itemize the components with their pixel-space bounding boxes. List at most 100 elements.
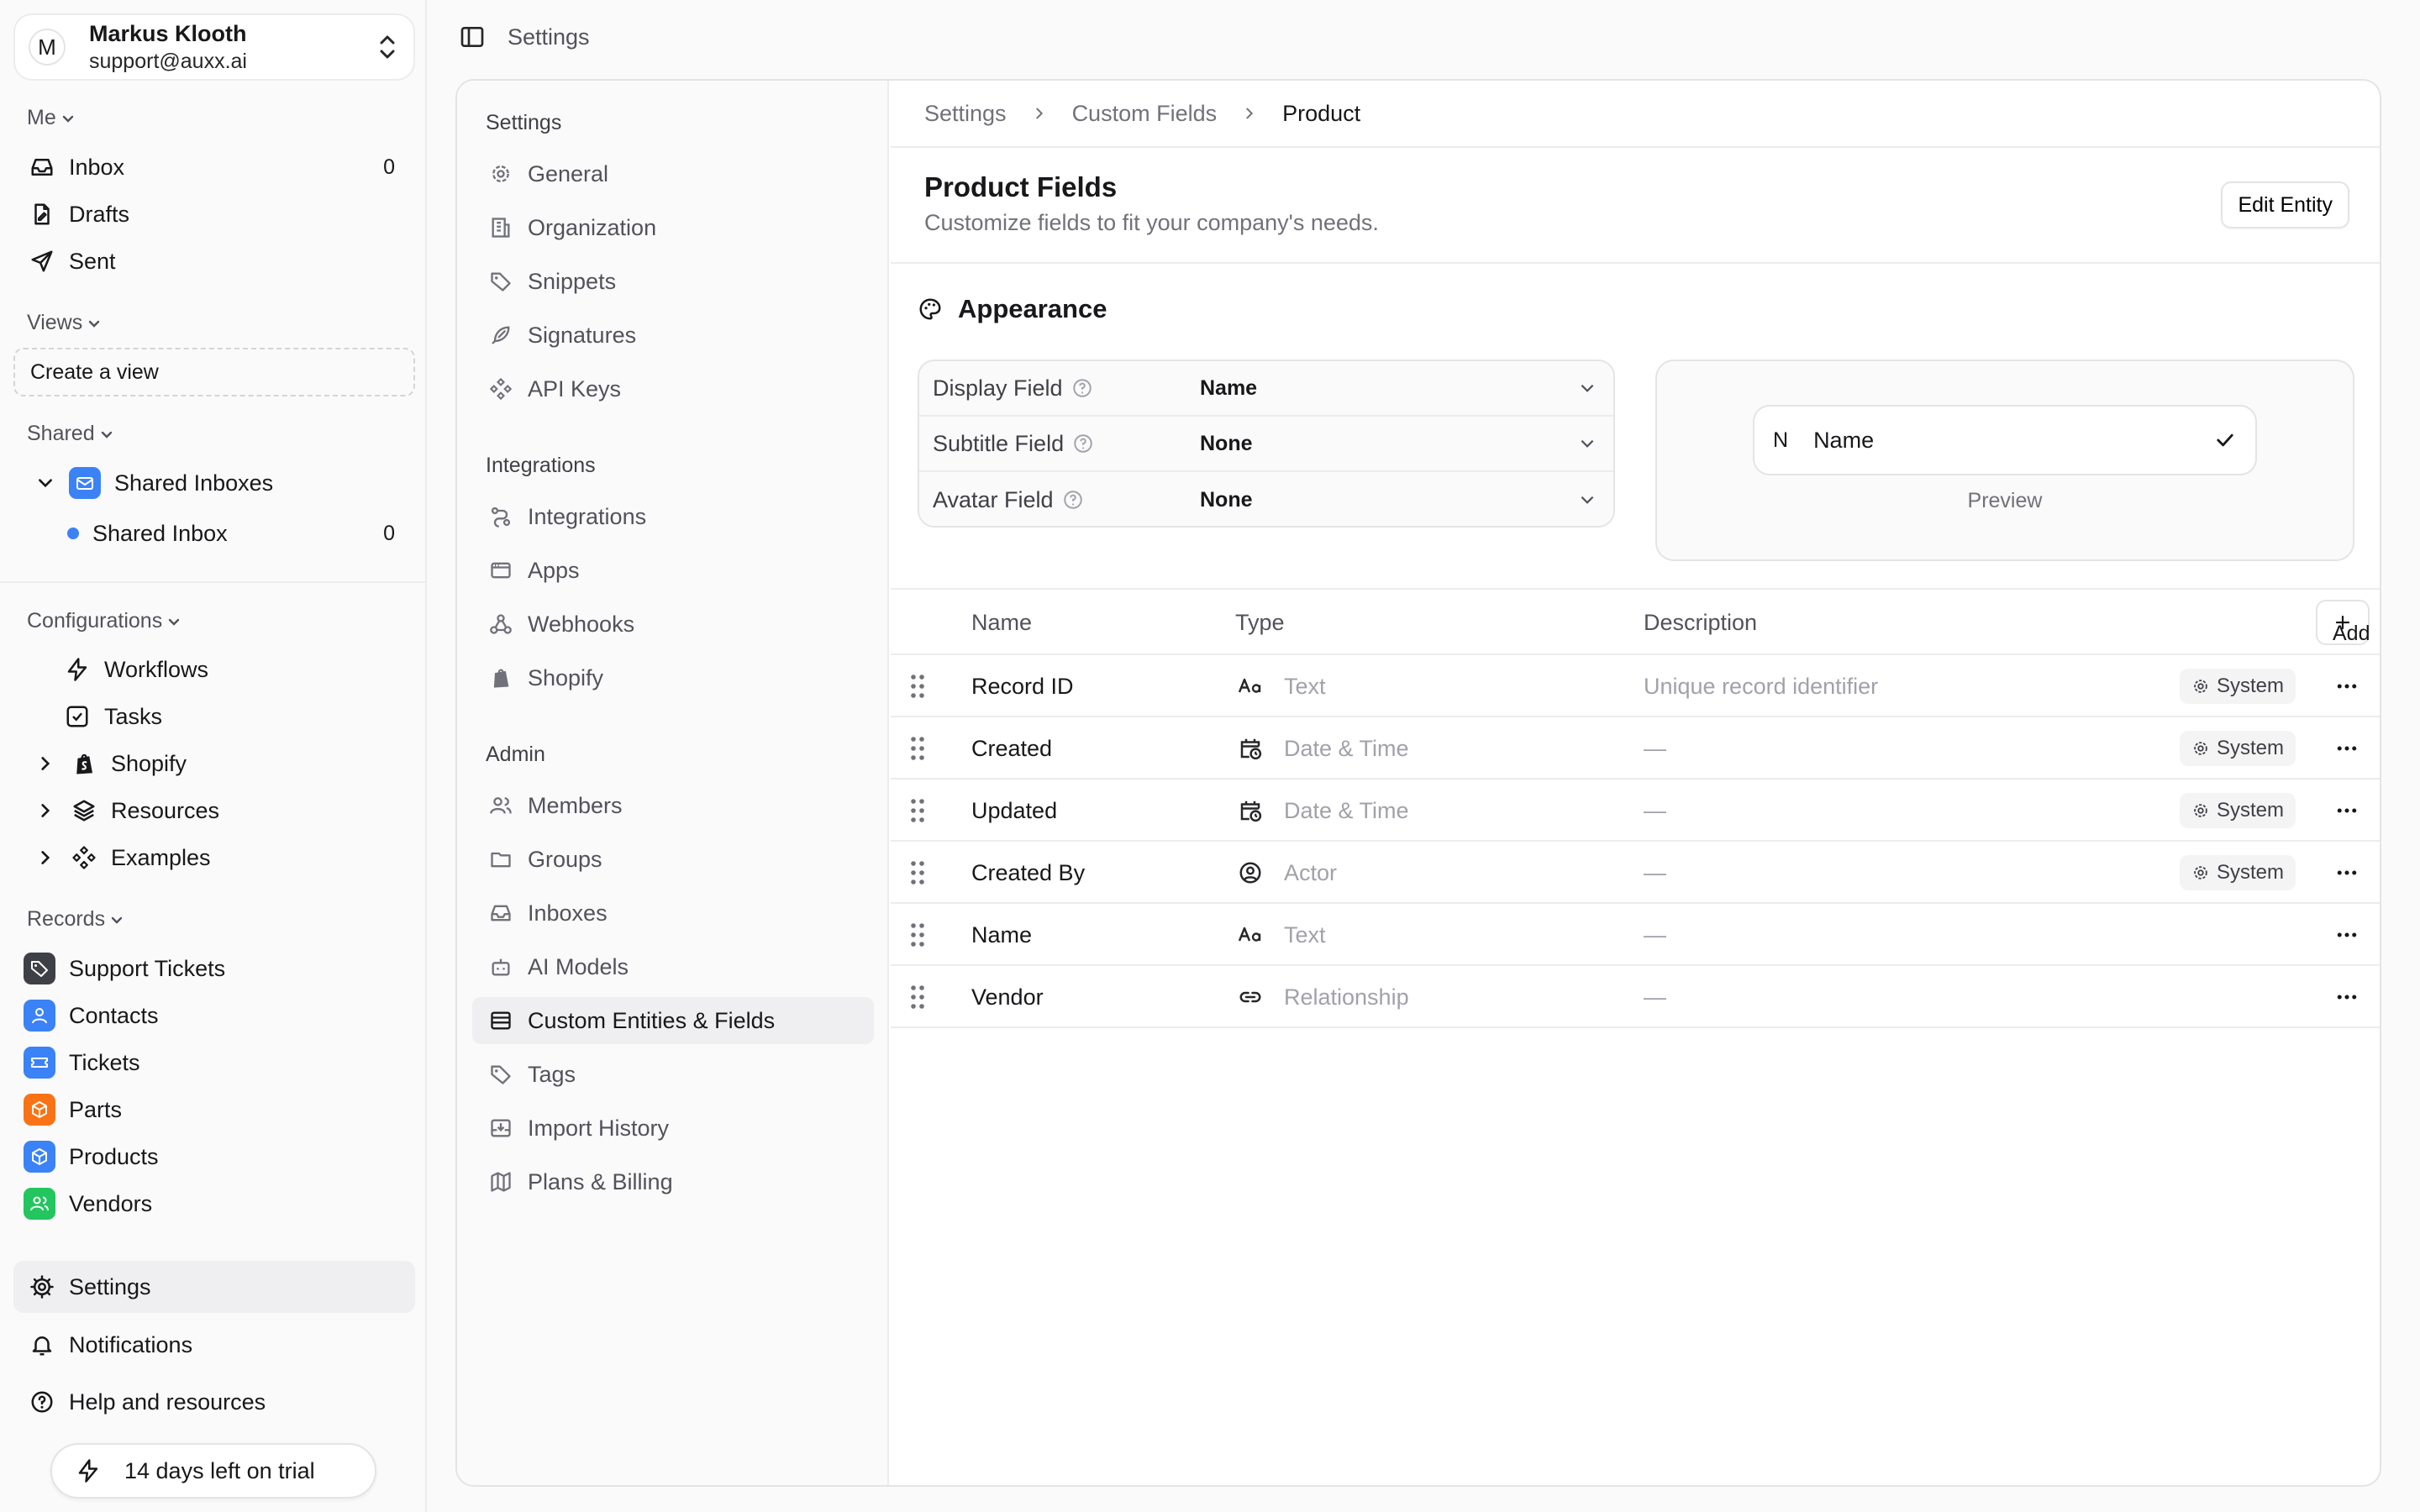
section-records-toggle[interactable]: Records xyxy=(27,907,125,932)
check-icon xyxy=(2217,433,2233,447)
settings-nav-webhooks[interactable]: Webhooks xyxy=(472,601,874,648)
help-circle-icon[interactable] xyxy=(1072,433,1094,454)
drag-handle-icon[interactable] xyxy=(909,717,926,780)
help-circle-icon[interactable] xyxy=(1071,377,1093,399)
preview-name: Name xyxy=(1813,427,1875,453)
settings-nav-snippets[interactable]: Snippets xyxy=(472,258,874,305)
table-row[interactable]: Created By Actor — System xyxy=(891,842,2380,904)
sidebar-item-shopify[interactable]: Shopify xyxy=(13,740,415,787)
table-row[interactable]: Record ID Text Unique record identifier … xyxy=(891,655,2380,717)
more-horizontal-icon[interactable] xyxy=(2334,904,2360,966)
edit-entity-button[interactable]: Edit Entity xyxy=(2221,181,2349,228)
page-title: Product Fields xyxy=(924,171,1118,202)
more-horizontal-icon[interactable] xyxy=(2334,842,2360,904)
settings-nav-tags[interactable]: Tags xyxy=(472,1051,874,1098)
box-icon xyxy=(24,1094,55,1126)
create-view-button[interactable]: Create a view xyxy=(13,348,415,396)
more-horizontal-icon[interactable] xyxy=(2334,780,2360,842)
sidebar-item-vendors[interactable]: Vendors xyxy=(13,1180,415,1227)
section-me-label: Me xyxy=(27,106,56,129)
more-horizontal-icon[interactable] xyxy=(2334,655,2360,717)
sidebar-item-tickets[interactable]: Tickets xyxy=(13,1039,415,1086)
help-circle-icon[interactable] xyxy=(1062,489,1084,511)
drag-handle-icon[interactable] xyxy=(909,904,926,966)
settings-nav-import-history[interactable]: Import History xyxy=(472,1105,874,1152)
settings-nav-shopify[interactable]: Shopify xyxy=(472,654,874,701)
subtitle-field-select[interactable]: None xyxy=(1200,417,1613,470)
divider xyxy=(0,581,425,583)
breadcrumb-settings[interactable]: Settings xyxy=(924,101,1007,127)
avatar-field-select[interactable]: None xyxy=(1200,472,1613,526)
settings-nav-members[interactable]: Members xyxy=(472,782,874,829)
settings-nav-label: Snippets xyxy=(528,268,617,294)
badge-label: System xyxy=(2216,799,2284,822)
trial-button[interactable]: 14 days left on trial xyxy=(50,1443,376,1499)
table-row[interactable]: Name Text — xyxy=(891,904,2380,966)
settings-nav-general[interactable]: General xyxy=(472,150,874,197)
drag-handle-icon[interactable] xyxy=(909,842,926,904)
preview-initial: N xyxy=(1773,428,1789,452)
sidebar-item-parts[interactable]: Parts xyxy=(13,1086,415,1133)
drag-handle-icon[interactable] xyxy=(909,780,926,842)
chevron-down-icon[interactable] xyxy=(30,468,60,498)
chevron-right-icon[interactable] xyxy=(30,748,60,779)
field-type: Text xyxy=(1235,655,1326,717)
sidebar-item-shared-inboxes[interactable]: Shared Inboxes xyxy=(13,459,415,507)
settings-nav-apps[interactable]: Apps xyxy=(472,547,874,594)
field-name: Created xyxy=(971,735,1053,761)
shopify-icon xyxy=(69,748,99,779)
settings-nav-ai-models[interactable]: AI Models xyxy=(472,943,874,990)
settings-nav: Settings General Organization Snippets S… xyxy=(457,81,889,1485)
table-row[interactable]: Vendor Relationship — xyxy=(891,966,2380,1028)
app-window-icon xyxy=(487,557,514,584)
field-type-label: Text xyxy=(1284,673,1326,699)
sidebar-item-workflows[interactable]: Workflows xyxy=(13,646,415,693)
sidebar-item-drafts[interactable]: Drafts xyxy=(13,191,415,238)
chevron-right-icon[interactable] xyxy=(30,795,60,826)
settings-nav-custom-entities[interactable]: Custom Entities & Fields xyxy=(472,997,874,1044)
sidebar-item-contacts[interactable]: Contacts xyxy=(13,992,415,1039)
field-type: Date & Time xyxy=(1235,717,1409,780)
settings-nav-inboxes[interactable]: Inboxes xyxy=(472,890,874,937)
settings-nav-organization[interactable]: Organization xyxy=(472,204,874,251)
sidebar-item-inbox[interactable]: Inbox 0 xyxy=(13,144,415,191)
sidebar-item-support-tickets[interactable]: Support Tickets xyxy=(13,945,415,992)
sidebar-item-tasks[interactable]: Tasks xyxy=(13,693,415,740)
col-type: Type xyxy=(1235,610,1285,635)
more-horizontal-icon[interactable] xyxy=(2334,717,2360,780)
settings-nav-signatures[interactable]: Signatures xyxy=(472,312,874,359)
sidebar-item-examples[interactable]: Examples xyxy=(13,834,415,881)
chevron-right-icon[interactable] xyxy=(30,843,60,873)
sidebar-item-products[interactable]: Products xyxy=(13,1133,415,1180)
help-circle-icon xyxy=(27,1387,57,1417)
section-me-toggle[interactable]: Me xyxy=(27,106,76,130)
sidebar-item-sent[interactable]: Sent xyxy=(13,238,415,285)
sidebar-toggle-icon[interactable] xyxy=(459,24,486,50)
sidebar-item-resources[interactable]: Resources xyxy=(13,787,415,834)
settings-nav-api-keys[interactable]: API Keys xyxy=(472,365,874,412)
breadcrumb-custom-fields[interactable]: Custom Fields xyxy=(1072,101,1218,127)
palette-icon xyxy=(919,298,941,320)
section-configurations-toggle[interactable]: Configurations xyxy=(27,609,182,633)
sidebar-item-notifications[interactable]: Notifications xyxy=(13,1319,415,1371)
add-field-button[interactable]: Add xyxy=(2316,600,2370,645)
mail-icon xyxy=(69,467,101,499)
settings-nav-groups[interactable]: Groups xyxy=(472,836,874,883)
user-switcher[interactable]: M Markus Klooth support@auxx.ai xyxy=(13,13,415,81)
table-row[interactable]: Created Date & Time — System xyxy=(891,717,2380,780)
map-icon xyxy=(487,1168,514,1195)
sidebar-item-help[interactable]: Help and resources xyxy=(13,1376,415,1428)
col-name: Name xyxy=(971,610,1033,635)
section-views-toggle[interactable]: Views xyxy=(27,311,103,335)
sidebar-item-settings[interactable]: Settings xyxy=(13,1261,415,1313)
settings-nav-integrations[interactable]: Integrations xyxy=(472,493,874,540)
drag-handle-icon[interactable] xyxy=(909,966,926,1028)
bell-icon xyxy=(27,1330,57,1360)
drag-handle-icon[interactable] xyxy=(909,655,926,717)
settings-nav-plans-billing[interactable]: Plans & Billing xyxy=(472,1158,874,1205)
display-field-select[interactable]: Name xyxy=(1200,361,1613,415)
more-horizontal-icon[interactable] xyxy=(2334,966,2360,1028)
section-shared-toggle[interactable]: Shared xyxy=(27,422,115,446)
sidebar-item-shared-inbox[interactable]: Shared Inbox 0 xyxy=(13,510,415,557)
table-row[interactable]: Updated Date & Time — System xyxy=(891,780,2380,842)
